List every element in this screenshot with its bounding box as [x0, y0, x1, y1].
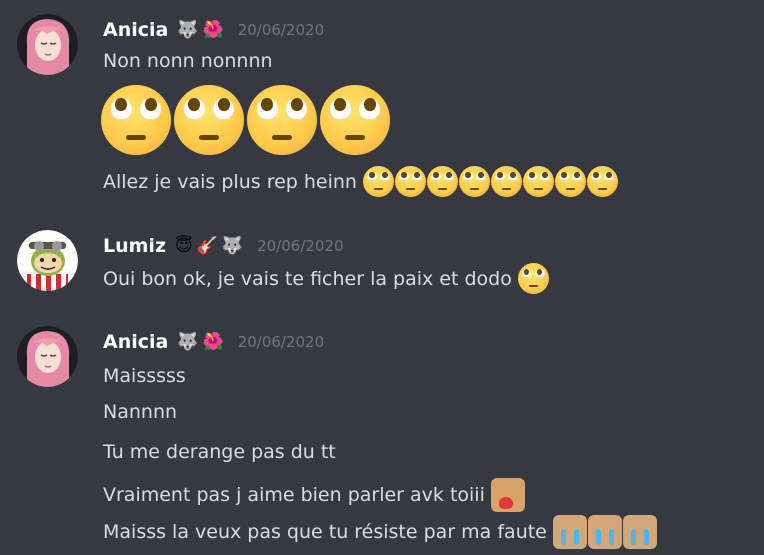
message-text: Nannnn	[103, 401, 178, 423]
face-with-rolling-eyes-icon[interactable]	[458, 166, 490, 197]
hibiscus-icon: 🌺	[202, 19, 224, 40]
wolf-icon: 🐺	[177, 19, 199, 40]
crying-emoji[interactable]	[587, 515, 622, 549]
face-with-rolling-eyes-icon[interactable]	[426, 166, 458, 197]
message-header: Anicia 🐺 🌺 20/06/2020	[103, 327, 324, 357]
message-text: Maisss la veux pas que tu résiste par ma…	[103, 521, 547, 543]
message-text: Tu me derange pas du tt	[103, 441, 336, 463]
message-text: Non nonn nonnnn	[103, 50, 273, 72]
author-name[interactable]: Lumiz	[103, 235, 166, 257]
crying-emoji[interactable]	[622, 515, 657, 549]
avatar[interactable]	[17, 326, 78, 387]
author-badges: 😇 🎸 🐺	[175, 235, 244, 256]
cat-holding-heart-emoji[interactable]	[490, 478, 525, 512]
avatar-image	[17, 326, 78, 387]
author-badges: 🐺 🌺	[177, 19, 224, 40]
author-name[interactable]: Anicia	[103, 19, 168, 41]
avatar[interactable]	[17, 14, 78, 75]
avatar-image	[17, 14, 78, 75]
inline-emoji-row	[490, 478, 525, 512]
message-line: Maisss la veux pas que tu résiste par ma…	[103, 515, 657, 549]
face-with-rolling-eyes-icon[interactable]	[247, 85, 317, 155]
wolf-icon: 🐺	[221, 235, 244, 256]
face-with-rolling-eyes-icon[interactable]	[394, 166, 426, 197]
author-badges: 🐺 🌺	[177, 331, 224, 352]
message-text: Vraiment pas j aime bien parler avk toii…	[103, 484, 485, 506]
inline-emoji-row	[517, 263, 549, 294]
author-name[interactable]: Anicia	[103, 331, 168, 353]
message-line: Vraiment pas j aime bien parler avk toii…	[103, 478, 525, 512]
inline-emoji-row	[552, 515, 657, 549]
message-text: Allez je vais plus rep heinn	[103, 170, 357, 193]
inline-emoji-row	[362, 166, 618, 197]
message-header: Lumiz 😇 🎸 🐺 20/06/2020	[103, 231, 344, 261]
face-with-rolling-eyes-icon[interactable]	[554, 166, 586, 197]
message-line: Allez je vais plus rep heinn	[103, 166, 618, 197]
smiling-face-with-halo-icon: 😇	[175, 235, 193, 256]
message-text: Maisssss	[103, 365, 186, 387]
face-with-rolling-eyes-icon[interactable]	[320, 85, 390, 155]
message-line: Oui bon ok, je vais te ficher la paix et…	[103, 263, 549, 294]
face-with-rolling-eyes-icon[interactable]	[490, 166, 522, 197]
face-with-rolling-eyes-icon[interactable]	[517, 263, 549, 294]
hibiscus-icon: 🌺	[202, 331, 224, 352]
message-text: Oui bon ok, je vais te ficher la paix et…	[103, 267, 512, 290]
timestamp[interactable]: 20/06/2020	[257, 237, 343, 255]
avatar[interactable]	[17, 230, 78, 291]
face-with-rolling-eyes-icon[interactable]	[362, 166, 394, 197]
crying-emoji[interactable]	[552, 515, 587, 549]
message-header: Anicia 🐺 🌺 20/06/2020	[103, 15, 324, 45]
chat-message-list: Anicia 🐺 🌺 20/06/2020 Non nonn nonnnn Al…	[0, 0, 764, 555]
face-with-rolling-eyes-icon[interactable]	[586, 166, 618, 197]
wolf-icon: 🐺	[177, 331, 199, 352]
avatar-image	[17, 230, 78, 291]
guitar-icon: 🎸	[196, 235, 218, 256]
face-with-rolling-eyes-icon[interactable]	[101, 85, 171, 155]
face-with-rolling-eyes-icon[interactable]	[174, 85, 244, 155]
timestamp[interactable]: 20/06/2020	[238, 333, 324, 351]
jumbo-emoji-row	[101, 85, 393, 155]
face-with-rolling-eyes-icon[interactable]	[522, 166, 554, 197]
timestamp[interactable]: 20/06/2020	[238, 21, 324, 39]
